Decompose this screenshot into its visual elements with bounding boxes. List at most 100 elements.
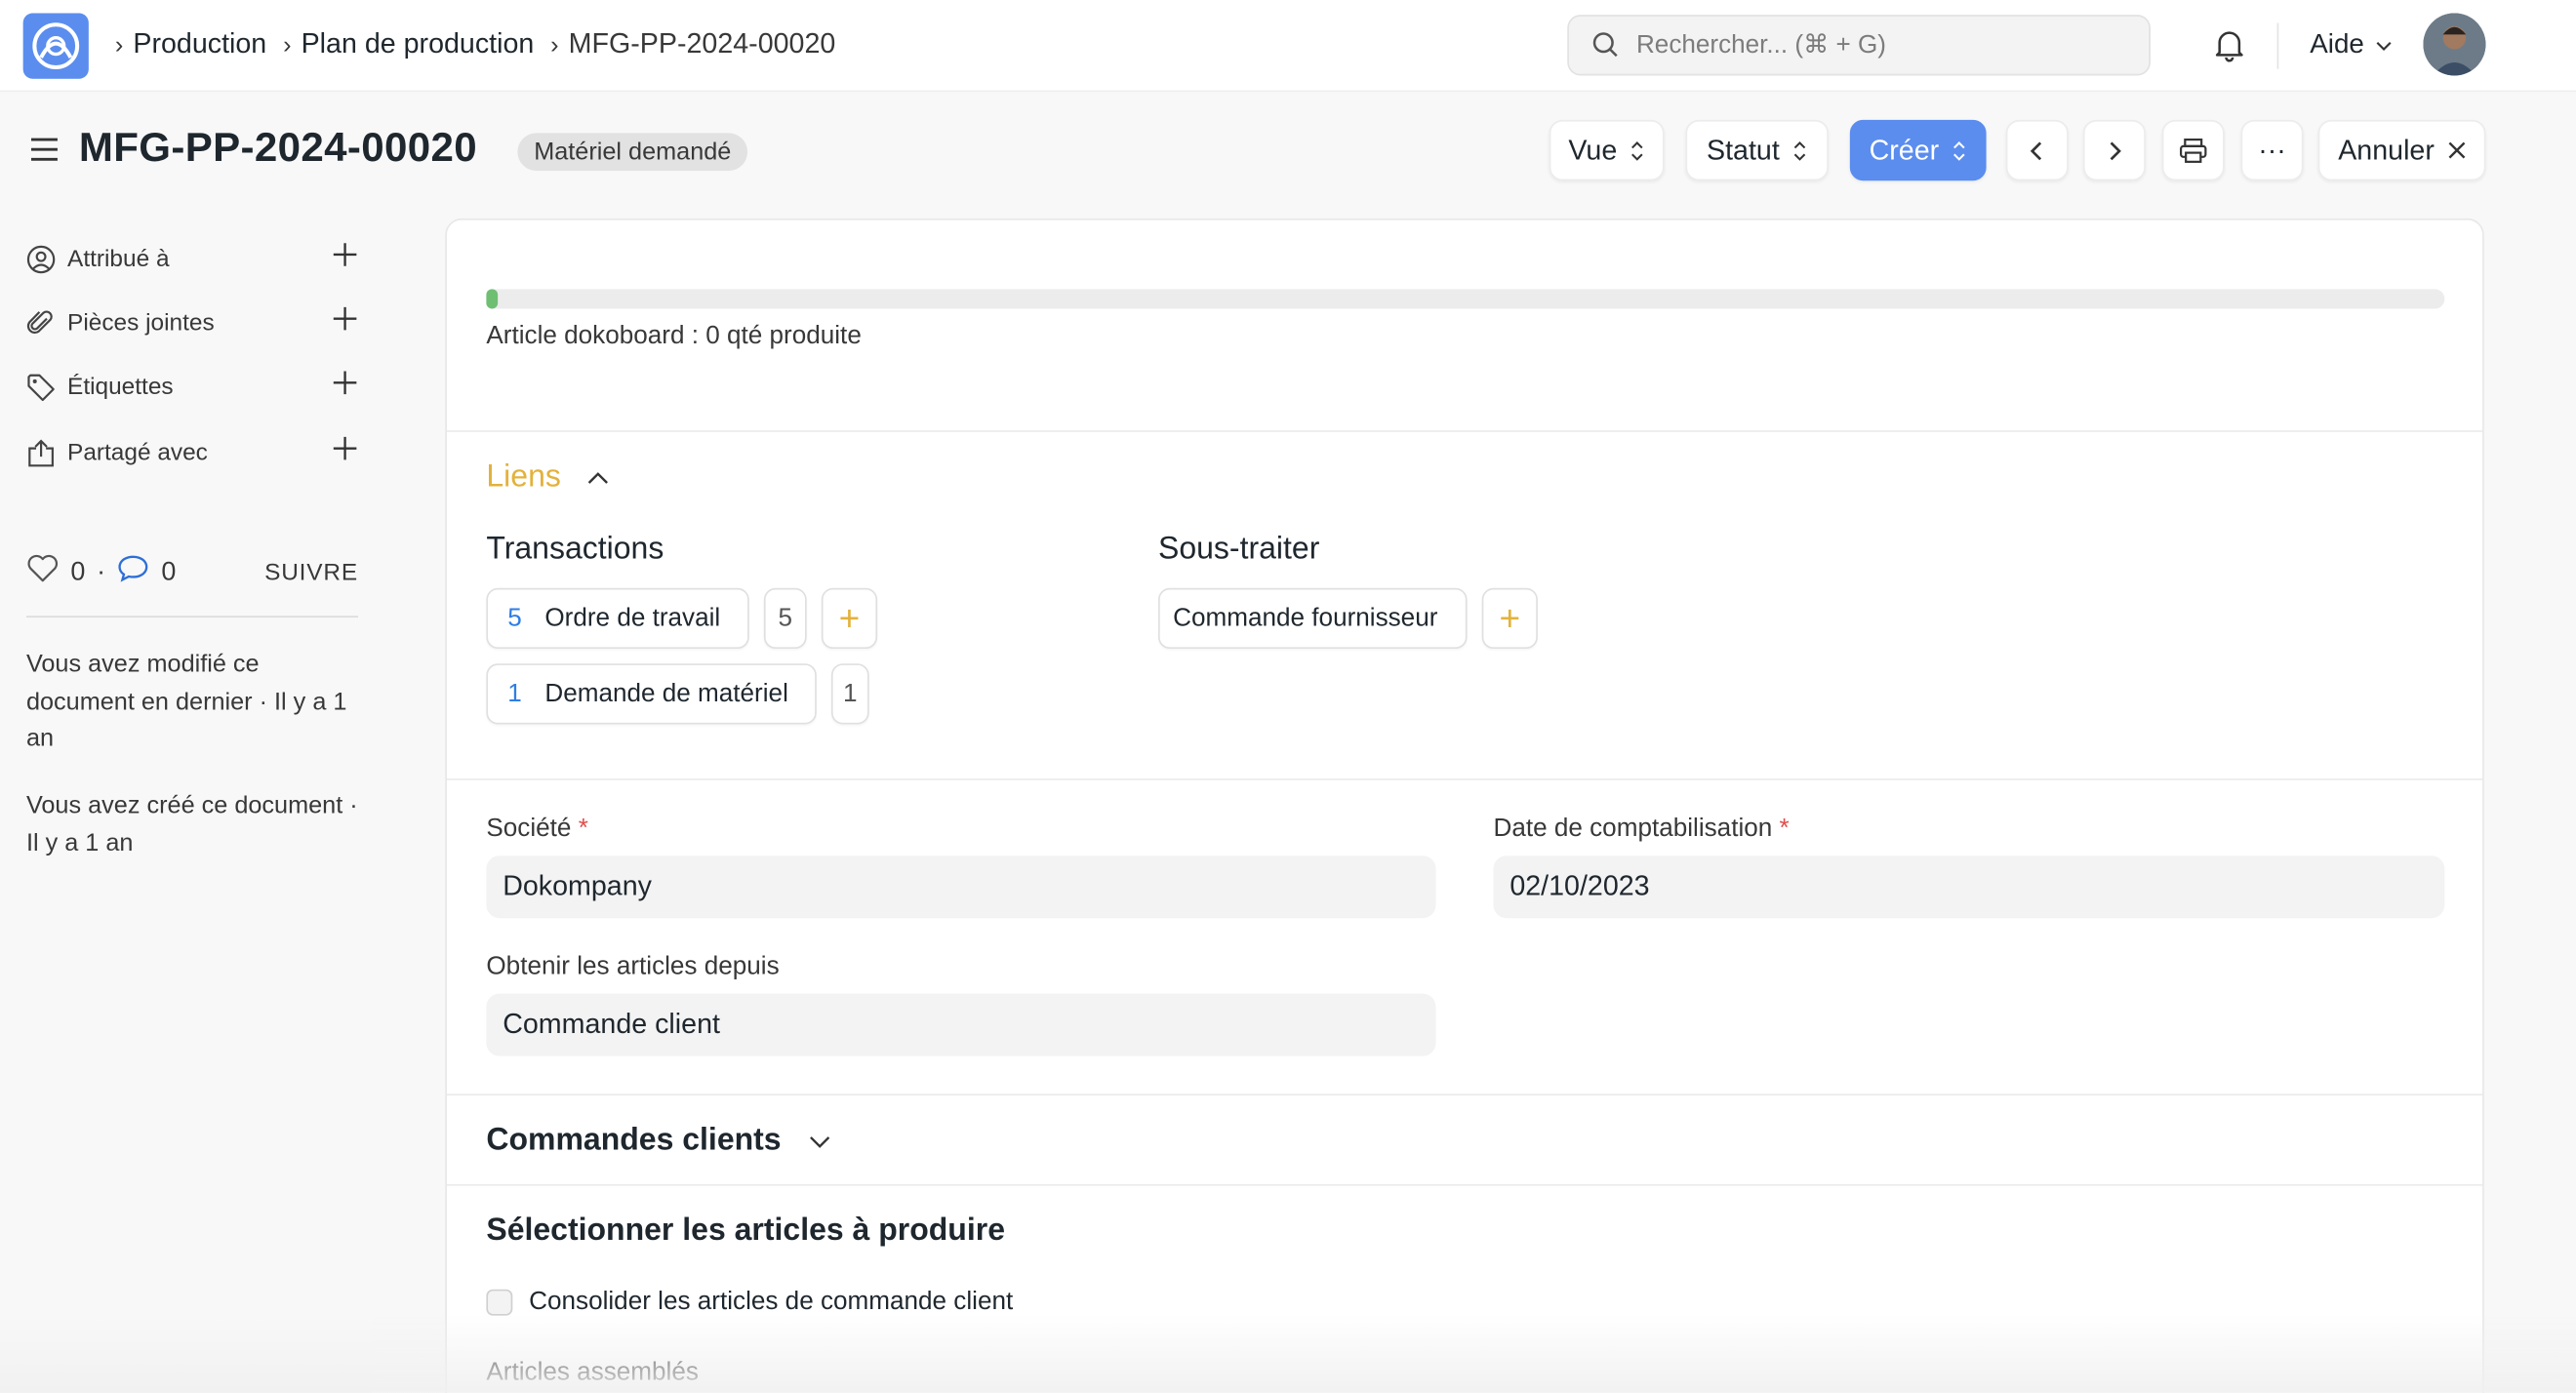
assembly-items-label: Articles assemblés bbox=[486, 1358, 699, 1387]
chevron-right-icon bbox=[2110, 140, 2121, 160]
app-logo[interactable] bbox=[22, 13, 89, 79]
select-items-title: Sélectionner les articles à produire bbox=[486, 1214, 1006, 1249]
previous-button[interactable] bbox=[2005, 119, 2069, 181]
required-asterisk: * bbox=[1779, 815, 1790, 843]
links-section-toggle[interactable]: Liens bbox=[486, 459, 610, 496]
breadcrumb-production[interactable]: Production bbox=[133, 28, 266, 61]
likes-comments: 0 · 0 SUIVRE bbox=[26, 553, 358, 591]
heart-icon[interactable] bbox=[26, 553, 60, 591]
section-divider bbox=[446, 1094, 2483, 1096]
company-field[interactable]: Dokompany bbox=[486, 856, 1436, 919]
transactions-title: Transactions bbox=[486, 532, 664, 567]
sidebar-divider bbox=[25, 616, 359, 618]
consolidate-checkbox-row[interactable]: Consolider les articles de commande clie… bbox=[486, 1288, 1013, 1317]
required-asterisk: * bbox=[578, 815, 588, 843]
chevron-right-icon: › bbox=[283, 30, 292, 59]
sort-arrows-icon bbox=[1794, 140, 1806, 160]
close-icon bbox=[2448, 141, 2466, 159]
link-label: Commande fournisseur bbox=[1173, 603, 1438, 632]
view-button[interactable]: Vue bbox=[1549, 119, 1665, 181]
subcontract-title: Sous-traiter bbox=[1158, 532, 1320, 567]
get-items-from-label: Obtenir les articles depuis bbox=[486, 952, 780, 981]
link-label: Ordre de travail bbox=[544, 603, 721, 632]
breadcrumb: › Production › Plan de production › MFG-… bbox=[115, 28, 852, 61]
link-open-count[interactable]: 1 bbox=[830, 663, 869, 725]
sort-arrows-icon bbox=[1953, 140, 1965, 160]
print-button[interactable] bbox=[2161, 119, 2225, 181]
navbar: › Production › Plan de production › MFG-… bbox=[0, 0, 2576, 93]
consolidate-checkbox[interactable] bbox=[486, 1289, 513, 1316]
posting-date-label-text: Date de comptabilisation bbox=[1493, 815, 1773, 843]
help-dropdown[interactable]: Aide bbox=[2310, 29, 2394, 60]
page-title: MFG-PP-2024-00020 bbox=[78, 124, 477, 172]
activity-created: Vous avez créé ce document · Il y a 1 an bbox=[25, 791, 358, 857]
bell-icon[interactable] bbox=[2211, 26, 2247, 70]
sales-orders-section-toggle[interactable]: Commandes clients bbox=[486, 1124, 830, 1160]
share-icon bbox=[26, 439, 60, 468]
link-count: 1 bbox=[507, 679, 522, 707]
search-bar[interactable]: Rechercher... (⌘ + G) bbox=[1567, 15, 2151, 76]
consolidate-label: Consolider les articles de commande clie… bbox=[529, 1288, 1014, 1316]
more-icon: ··· bbox=[2258, 134, 2286, 166]
plus-icon[interactable] bbox=[332, 435, 358, 468]
navbar-divider bbox=[2276, 22, 2279, 69]
search-placeholder: Rechercher... (⌘ + G) bbox=[1635, 30, 1886, 60]
company-label-text: Société bbox=[486, 815, 572, 843]
sidebar-item-attachments[interactable]: Pièces jointes bbox=[26, 303, 358, 342]
section-divider bbox=[446, 1183, 2483, 1186]
comment-count: 0 bbox=[161, 557, 177, 586]
chevron-left-icon bbox=[2030, 140, 2042, 160]
menu-icon[interactable] bbox=[29, 137, 59, 171]
sidebar-item-label: Pièces jointes bbox=[67, 310, 215, 338]
sidebar-item-label: Étiquettes bbox=[67, 374, 174, 401]
cancel-label: Annuler bbox=[2338, 134, 2435, 166]
sidebar-item-assigned-to[interactable]: Attribué à bbox=[26, 240, 358, 279]
progress-label: Article dokoboard : 0 qté produite bbox=[486, 322, 862, 350]
status-button[interactable]: Statut bbox=[1685, 119, 1829, 181]
cancel-button[interactable]: Annuler bbox=[2317, 119, 2486, 181]
like-count: 0 bbox=[70, 557, 86, 586]
plus-icon[interactable] bbox=[332, 305, 358, 338]
chevron-up-icon bbox=[588, 472, 609, 484]
chevron-right-icon: › bbox=[550, 30, 559, 59]
plus-icon[interactable] bbox=[332, 242, 358, 275]
next-button[interactable] bbox=[2082, 119, 2146, 181]
chevron-down-icon bbox=[2376, 41, 2392, 51]
page-head: MFG-PP-2024-00020 Matériel demandé Vue S… bbox=[0, 115, 2576, 187]
link-material-request[interactable]: 1 Demande de matériel bbox=[486, 663, 817, 725]
breadcrumb-current-doc[interactable]: MFG-PP-2024-00020 bbox=[569, 28, 836, 61]
printer-icon bbox=[2180, 138, 2207, 163]
create-button[interactable]: Créer bbox=[1849, 119, 1987, 181]
section-divider bbox=[446, 430, 2483, 432]
dot-separator: · bbox=[97, 557, 106, 586]
link-work-order[interactable]: 5 Ordre de travail bbox=[486, 587, 749, 650]
link-open-count[interactable]: 5 bbox=[763, 587, 807, 650]
follow-button[interactable]: SUIVRE bbox=[264, 559, 358, 585]
tag-icon bbox=[26, 373, 60, 402]
sidebar-item-shared-with[interactable]: Partagé avec bbox=[26, 433, 358, 472]
progress-fill bbox=[486, 289, 499, 309]
paperclip-icon bbox=[26, 309, 60, 338]
status-badge: Matériel demandé bbox=[517, 133, 748, 172]
plus-icon[interactable] bbox=[332, 370, 358, 403]
breadcrumb-production-plan[interactable]: Plan de production bbox=[302, 28, 535, 61]
link-purchase-order[interactable]: Commande fournisseur bbox=[1158, 587, 1468, 650]
more-button[interactable]: ··· bbox=[2240, 119, 2304, 181]
comment-icon[interactable] bbox=[117, 553, 150, 591]
add-purchase-order-button[interactable]: + bbox=[1481, 587, 1538, 650]
posting-date-field[interactable]: 02/10/2023 bbox=[1493, 856, 2445, 919]
production-progress-bar bbox=[486, 289, 2445, 309]
get-items-from-field[interactable]: Commande client bbox=[486, 993, 1436, 1056]
create-label: Créer bbox=[1869, 134, 1940, 166]
view-label: Vue bbox=[1568, 134, 1618, 166]
sidebar-item-label: Partagé avec bbox=[67, 440, 208, 467]
avatar[interactable] bbox=[2423, 13, 2486, 76]
posting-date-label: Date de comptabilisation * bbox=[1493, 815, 1789, 844]
sort-arrows-icon bbox=[1631, 140, 1644, 160]
sales-orders-title: Commandes clients bbox=[486, 1123, 782, 1159]
chevron-right-icon: › bbox=[114, 30, 124, 59]
section-divider bbox=[446, 778, 2483, 780]
sidebar-item-tags[interactable]: Étiquettes bbox=[26, 368, 358, 407]
add-work-order-button[interactable]: + bbox=[821, 587, 878, 650]
search-icon bbox=[1592, 32, 1618, 58]
